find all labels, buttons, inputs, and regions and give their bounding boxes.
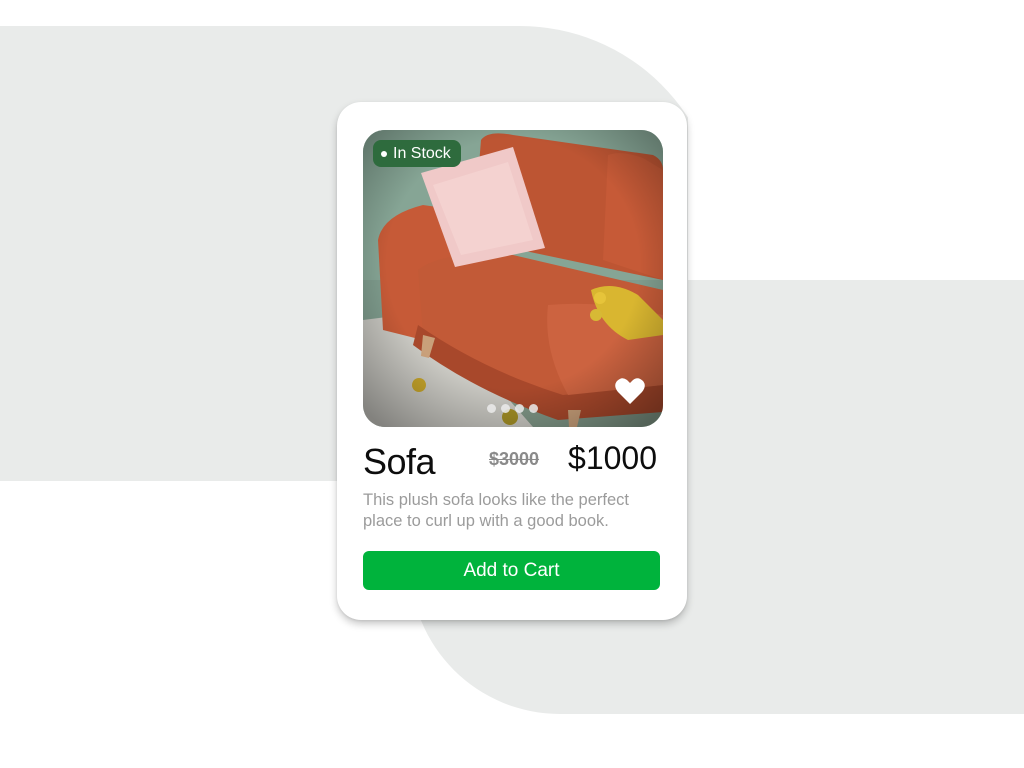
in-stock-label: In Stock xyxy=(393,144,451,162)
background-cutout xyxy=(688,26,1024,280)
product-title: Sofa xyxy=(363,441,436,482)
heart-icon[interactable] xyxy=(615,377,645,405)
add-to-cart-button[interactable]: Add to Cart xyxy=(363,551,660,590)
carousel-dot-1[interactable] xyxy=(487,404,496,413)
in-stock-badge: In Stock xyxy=(373,140,461,167)
status-dot-icon xyxy=(381,150,387,157)
carousel-indicator xyxy=(487,404,538,413)
product-description: This plush sofa looks like the perfect p… xyxy=(363,491,629,530)
carousel-dot-3[interactable] xyxy=(515,404,524,413)
sale-price: $1000 xyxy=(568,440,657,476)
product-image[interactable]: In Stock xyxy=(363,130,663,427)
original-price: $3000 xyxy=(489,449,540,469)
product-card: In Stock Sofa $3000 $1000 This plush sof… xyxy=(337,102,687,620)
carousel-dot-4[interactable] xyxy=(529,404,538,413)
carousel-dot-2[interactable] xyxy=(501,404,510,413)
